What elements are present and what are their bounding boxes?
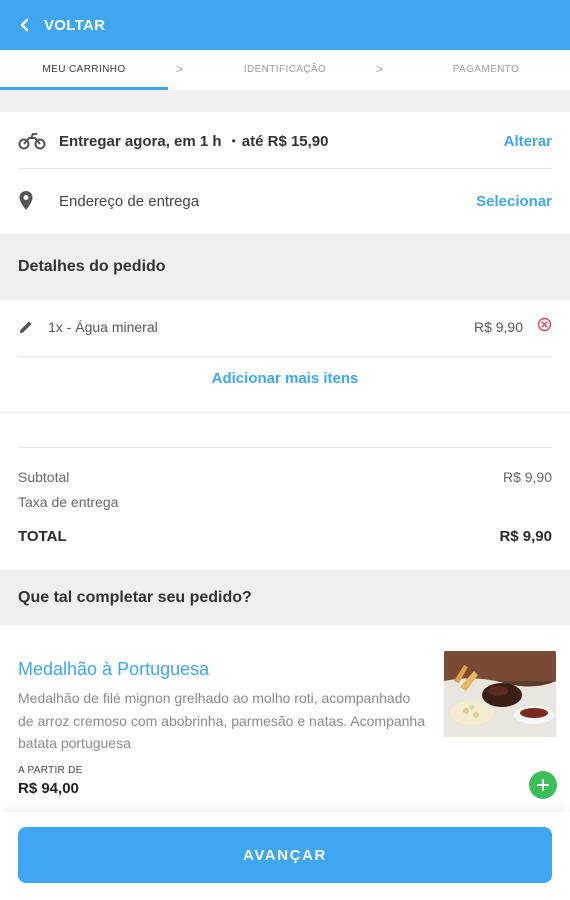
- item-name[interactable]: 1x - Água mineral: [48, 319, 158, 335]
- active-step-indicator: [0, 87, 168, 90]
- step-separator: >: [376, 62, 384, 76]
- item-price: R$ 9,90: [473, 319, 523, 335]
- product-price: R$ 94,00: [18, 780, 79, 797]
- bullet: •: [231, 134, 236, 148]
- order-details-header: Detalhes do pedido: [0, 234, 570, 300]
- checkout-steps: MEU CARRINHO > IDENTIFICAÇÃO > PAGAMENTO: [0, 50, 570, 90]
- product-name[interactable]: Medalhão à Portuguesa: [18, 659, 209, 680]
- divider: [18, 356, 552, 357]
- order-details-title: Detalhes do pedido: [18, 258, 166, 275]
- order-item: 1x - Água mineral R$ 9,90: [18, 312, 552, 342]
- suggestions-header: Que tal completar seu pedido?: [0, 570, 570, 625]
- total-row: TOTAL R$ 9,90: [18, 525, 552, 547]
- step-cart[interactable]: MEU CARRINHO: [0, 50, 168, 90]
- back-button[interactable]: VOLTAR: [18, 0, 105, 50]
- delivery-card: Entregar agora, em 1 h • até R$ 15,90 Al…: [0, 112, 570, 234]
- delivery-price-text: até R$ 15,90: [241, 132, 329, 150]
- change-delivery-link[interactable]: Alterar: [504, 133, 552, 150]
- plus-icon: [537, 779, 549, 791]
- pencil-icon[interactable]: [18, 316, 40, 338]
- step-identification[interactable]: IDENTIFICAÇÃO: [200, 50, 370, 90]
- divider: [18, 447, 552, 448]
- back-label: VOLTAR: [44, 16, 106, 34]
- top-bar: VOLTAR: [0, 0, 570, 50]
- location-pin-icon: [18, 190, 46, 212]
- delivery-fee-label: Taxa de entrega: [18, 494, 119, 510]
- remove-item-icon[interactable]: [537, 317, 552, 337]
- address-row[interactable]: Endereço de entrega Selecionar: [18, 186, 552, 216]
- suggestions-title: Que tal completar seu pedido?: [18, 588, 252, 606]
- add-more-items-link[interactable]: Adicionar mais itens: [212, 370, 359, 387]
- delivery-time-row: Entregar agora, em 1 h • até R$ 15,90 Al…: [18, 126, 552, 156]
- step-payment[interactable]: PAGAMENTO: [400, 50, 570, 90]
- subtotal-value: R$ 9,90: [502, 469, 552, 485]
- subtotal-label: Subtotal: [18, 469, 70, 485]
- product-image[interactable]: [444, 651, 556, 737]
- chevron-left-icon: [18, 18, 32, 32]
- add-product-button[interactable]: [529, 771, 557, 799]
- total-value: R$ 9,90: [499, 527, 552, 545]
- total-label: TOTAL: [18, 527, 67, 545]
- step-separator: >: [176, 62, 184, 76]
- delivery-fee-row: Taxa de entrega: [18, 492, 552, 512]
- order-items-card: 1x - Água mineral R$ 9,90 Adicionar mais…: [0, 300, 570, 412]
- select-address-link[interactable]: Selecionar: [476, 193, 552, 210]
- from-label: A PARTIR DE: [18, 765, 83, 776]
- product-description: Medalhão de filé mignon grelhado ao molh…: [18, 690, 426, 751]
- delivery-time-text: Entregar agora, em 1 h: [59, 132, 222, 150]
- motorcycle-icon: [18, 130, 46, 152]
- divider: [18, 168, 552, 169]
- advance-button[interactable]: AVANÇAR: [18, 827, 552, 883]
- subtotal-row: Subtotal R$ 9,90: [18, 467, 552, 487]
- address-label: Endereço de entrega: [59, 192, 200, 210]
- summary-card: Subtotal R$ 9,90 Taxa de entrega TOTAL R…: [0, 413, 570, 570]
- suggested-product-card[interactable]: Medalhão à Portuguesa Medalhão de filé m…: [0, 625, 570, 812]
- advance-label: AVANÇAR: [243, 846, 327, 864]
